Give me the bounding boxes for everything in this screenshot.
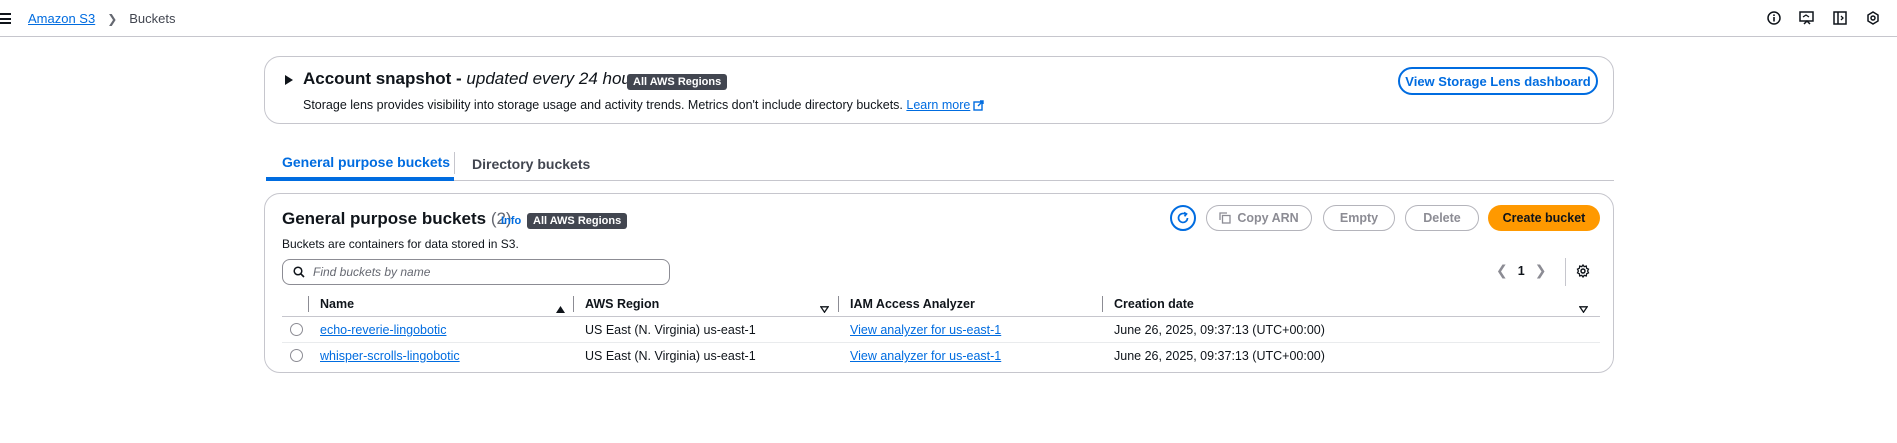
top-navigation-bar: Amazon S3 ❯ Buckets: [0, 0, 1897, 37]
row-select-radio[interactable]: [290, 349, 303, 362]
prev-page-icon[interactable]: ❮: [1496, 262, 1508, 279]
regions-badge: All AWS Regions: [627, 74, 728, 90]
bucket-region: US East (N. Virginia) us-east-1: [585, 349, 756, 363]
sort-caret-down-icon[interactable]: [819, 300, 830, 316]
settings-gear-icon[interactable]: [1865, 10, 1881, 26]
column-header-creation-date[interactable]: Creation date: [1114, 297, 1194, 311]
creation-date: June 26, 2025, 09:37:13 (UTC+00:00): [1114, 349, 1325, 363]
learn-more-link[interactable]: Learn more: [906, 98, 970, 112]
refresh-icon: [1177, 211, 1189, 224]
snapshot-description-text: Storage lens provides visibility into st…: [303, 98, 903, 112]
empty-button[interactable]: Empty: [1323, 205, 1395, 231]
column-header-name[interactable]: Name: [320, 297, 354, 311]
column-divider: [1102, 296, 1103, 312]
panel-title-text: General purpose buckets: [282, 209, 487, 228]
bucket-name-link[interactable]: echo-reverie-lingobotic: [320, 323, 446, 337]
external-link-icon: [973, 100, 985, 114]
snapshot-description: Storage lens provides visibility into st…: [303, 98, 985, 114]
column-divider: [838, 296, 839, 312]
table-settings-icon[interactable]: [1576, 263, 1590, 281]
chevron-right-icon: ❯: [107, 11, 118, 26]
snapshot-title-italic: updated every 24 hours: [466, 69, 646, 88]
snapshot-title-bold: Account snapshot -: [303, 69, 467, 88]
breadcrumb-amazon-s3[interactable]: Amazon S3: [28, 11, 95, 26]
info-icon[interactable]: [1766, 10, 1782, 26]
bucket-type-tabs: General purpose buckets Directory bucket…: [266, 147, 1614, 181]
column-divider: [573, 296, 574, 312]
tab-directory[interactable]: Directory buckets: [472, 147, 590, 180]
panel-description: Buckets are containers for data stored i…: [282, 237, 519, 251]
row-select-radio[interactable]: [290, 323, 303, 336]
analyzer-link[interactable]: View analyzer for us-east-1: [850, 349, 1001, 363]
tab-general-purpose[interactable]: General purpose buckets: [266, 147, 454, 181]
analyzer-link[interactable]: View analyzer for us-east-1: [850, 323, 1001, 337]
bucket-name-link[interactable]: whisper-scrolls-lingobotic: [320, 349, 460, 363]
table-header: Name AWS Region IAM Access Analyzer Crea…: [282, 290, 1600, 317]
breadcrumb-current: Buckets: [129, 11, 176, 26]
creation-date: June 26, 2025, 09:37:13 (UTC+00:00): [1114, 323, 1325, 337]
current-page[interactable]: 1: [1518, 264, 1525, 278]
panel-title: General purpose buckets (2): [282, 209, 512, 229]
general-purpose-buckets-panel: General purpose buckets (2) Info All AWS…: [264, 193, 1614, 373]
table-row: whisper-scrolls-lingobotic US East (N. V…: [282, 343, 1600, 369]
table-row: echo-reverie-lingobotic US East (N. Virg…: [282, 317, 1600, 343]
column-header-region[interactable]: AWS Region: [585, 297, 659, 311]
column-divider: [308, 296, 309, 312]
copy-icon: [1219, 212, 1231, 224]
menu-icon[interactable]: [0, 13, 12, 24]
search-icon: [293, 266, 305, 278]
copy-arn-label: Copy ARN: [1237, 211, 1299, 225]
bucket-region: US East (N. Virginia) us-east-1: [585, 323, 756, 337]
pager-divider: [1565, 258, 1566, 286]
panel-icon[interactable]: [1832, 10, 1848, 26]
tab-divider: [454, 152, 455, 174]
sort-caret-down-icon[interactable]: [1578, 300, 1589, 316]
panel-regions-badge: All AWS Regions: [527, 213, 628, 229]
refresh-button[interactable]: [1170, 205, 1196, 231]
account-snapshot-card: Account snapshot - updated every 24 hour…: [264, 56, 1614, 124]
copy-arn-button[interactable]: Copy ARN: [1206, 205, 1312, 231]
sort-ascending-icon[interactable]: [556, 300, 565, 316]
feedback-icon[interactable]: [1799, 10, 1815, 26]
next-page-icon[interactable]: ❯: [1535, 262, 1547, 279]
snapshot-title[interactable]: Account snapshot - updated every 24 hour…: [303, 69, 645, 89]
column-header-analyzer[interactable]: IAM Access Analyzer: [850, 297, 975, 311]
pagination: ❮ 1 ❯: [1496, 262, 1546, 279]
breadcrumb: Amazon S3 ❯ Buckets: [28, 11, 176, 26]
expand-caret-icon[interactable]: [285, 75, 293, 85]
top-icon-group: [1766, 10, 1881, 26]
search-box: [282, 259, 670, 285]
info-link[interactable]: Info: [501, 215, 521, 227]
search-input[interactable]: [313, 265, 653, 279]
delete-button[interactable]: Delete: [1405, 205, 1479, 231]
create-bucket-button[interactable]: Create bucket: [1488, 205, 1600, 231]
view-storage-lens-button[interactable]: View Storage Lens dashboard: [1398, 67, 1598, 95]
